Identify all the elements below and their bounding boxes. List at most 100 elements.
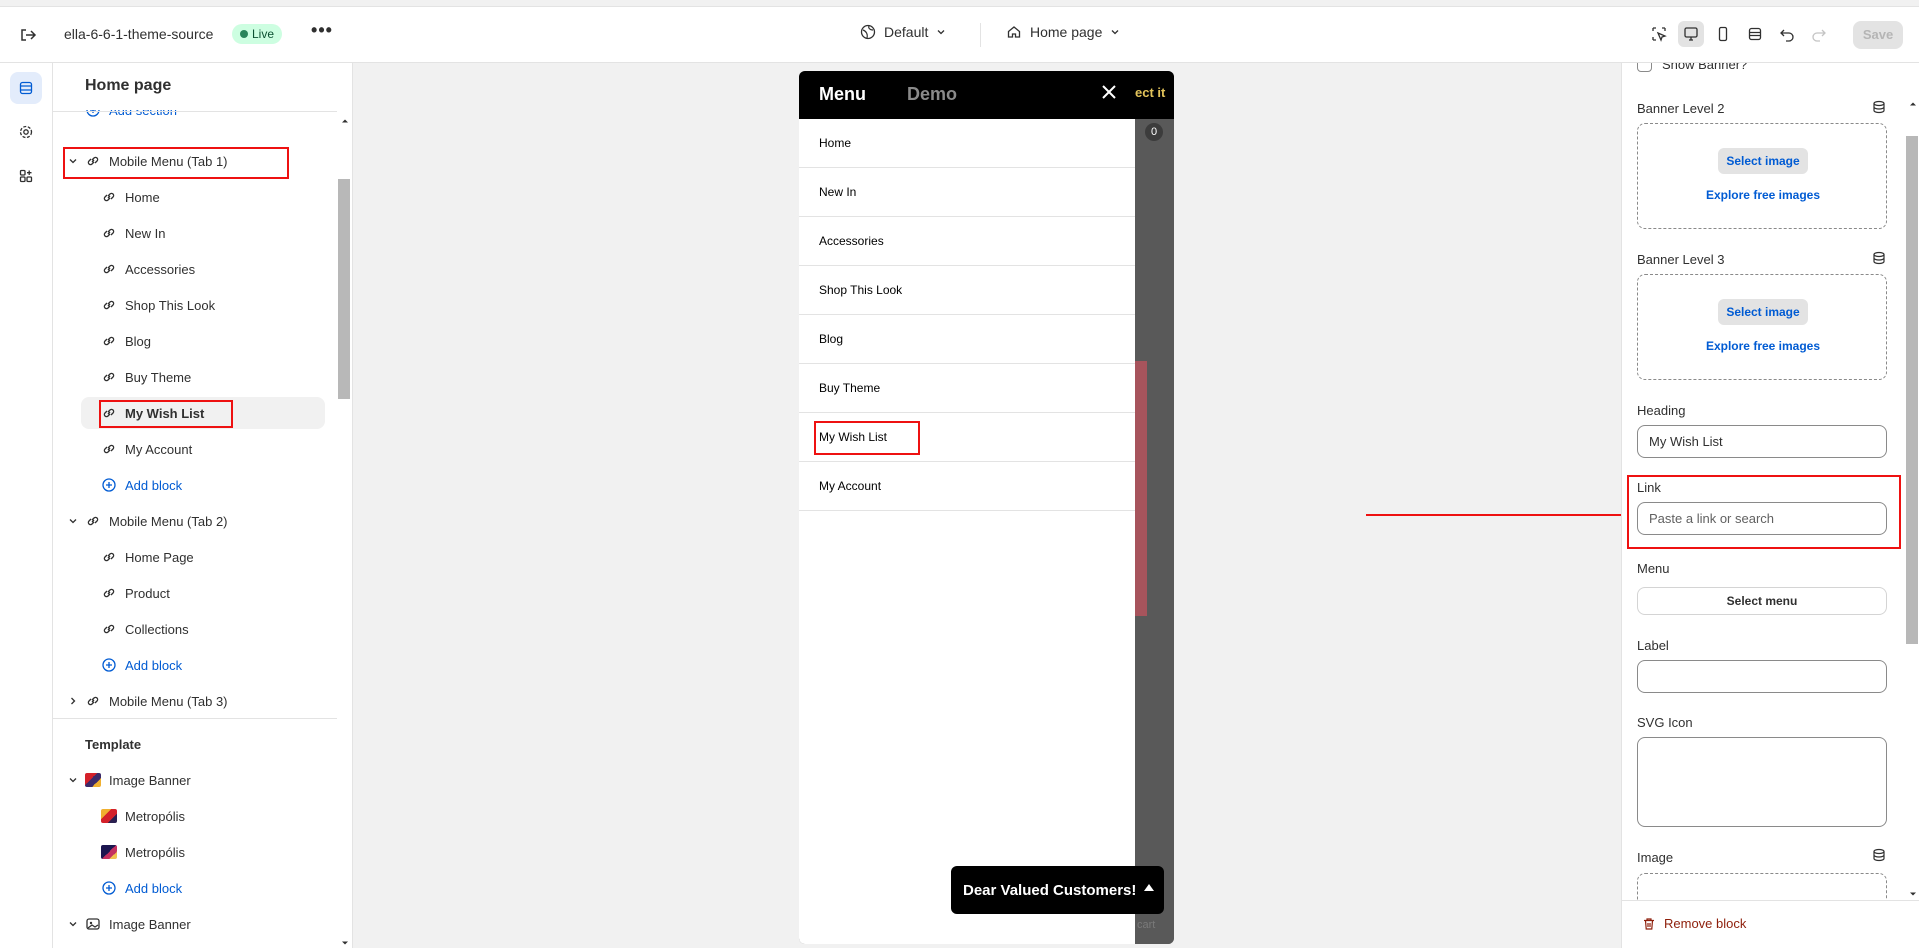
plus-circle-icon bbox=[101, 477, 117, 493]
chevron-down-icon bbox=[1111, 30, 1119, 35]
exit-icon[interactable] bbox=[18, 25, 38, 45]
block-label: Blog bbox=[125, 333, 152, 349]
sections-sidebar: Home page Add section Mobile Menu (Tab 1… bbox=[53, 63, 353, 948]
select-image-button[interactable]: Select image bbox=[1718, 299, 1808, 325]
explore-images-link[interactable]: Explore free images bbox=[1638, 339, 1888, 353]
save-button[interactable]: Save bbox=[1853, 21, 1903, 49]
block-item[interactable]: Accessories bbox=[101, 254, 195, 284]
link-icon bbox=[101, 621, 117, 637]
add-block-button[interactable]: Add block bbox=[101, 873, 182, 903]
toast-text: Dear Valued Customers! bbox=[963, 881, 1137, 899]
block-item[interactable]: Blog bbox=[101, 326, 151, 356]
scroll-up-icon[interactable] bbox=[1908, 99, 1918, 109]
section-label: Image Banner bbox=[109, 916, 191, 932]
image-banner-thumbnail bbox=[85, 773, 101, 787]
announcement-toast[interactable]: Dear Valued Customers! bbox=[951, 866, 1164, 914]
chevron-down-icon[interactable] bbox=[68, 775, 78, 785]
add-block-button[interactable]: Add block bbox=[101, 470, 182, 500]
app-embeds-icon[interactable] bbox=[10, 160, 42, 192]
theme-settings-gear-icon[interactable] bbox=[10, 116, 42, 148]
menu-item[interactable]: New In bbox=[799, 168, 1135, 217]
close-icon[interactable] bbox=[1099, 82, 1119, 102]
annotation-arrow bbox=[1366, 514, 1628, 516]
menu-item[interactable]: Buy Theme bbox=[799, 364, 1135, 413]
chevron-down-icon[interactable] bbox=[68, 919, 78, 929]
select-menu-button[interactable]: Select menu bbox=[1637, 587, 1887, 615]
image-label: Image bbox=[1637, 850, 1674, 865]
dynamic-source-icon[interactable] bbox=[1872, 100, 1886, 114]
block-item[interactable]: Collections bbox=[101, 614, 189, 644]
block-item[interactable]: Home bbox=[101, 182, 160, 212]
block-item[interactable]: Metropólis bbox=[101, 837, 185, 867]
caret-up-icon[interactable] bbox=[1144, 884, 1154, 891]
scroll-down-icon[interactable] bbox=[340, 938, 350, 948]
svg-icon-textarea[interactable] bbox=[1637, 737, 1887, 827]
block-item[interactable]: Home Page bbox=[101, 542, 194, 572]
scroll-down-icon[interactable] bbox=[1908, 889, 1918, 899]
block-item[interactable]: Metropólis bbox=[101, 801, 185, 831]
block-item[interactable]: Shop This Look bbox=[101, 290, 215, 320]
select-image-button[interactable]: Select image bbox=[1718, 148, 1808, 174]
block-label: Metropólis bbox=[125, 844, 185, 860]
section-label: Mobile Menu (Tab 2) bbox=[109, 513, 228, 529]
link-icon bbox=[101, 441, 117, 457]
redo-icon[interactable] bbox=[1806, 21, 1832, 47]
heading-label: Heading bbox=[1637, 403, 1686, 418]
tab-demo[interactable]: Demo bbox=[907, 84, 957, 105]
page-title: Home page bbox=[85, 77, 172, 94]
link-input[interactable] bbox=[1637, 502, 1887, 535]
add-block-label: Add block bbox=[125, 657, 183, 673]
section-mobile-menu-tab3[interactable]: Mobile Menu (Tab 3) bbox=[85, 686, 228, 716]
chevron-right-icon[interactable] bbox=[68, 696, 78, 706]
sidebar-scrollbar[interactable] bbox=[338, 179, 350, 399]
link-icon bbox=[101, 369, 117, 385]
chevron-down-icon[interactable] bbox=[68, 516, 78, 526]
link-icon bbox=[101, 585, 117, 601]
dynamic-source-icon[interactable] bbox=[1872, 251, 1886, 265]
theme-selector[interactable]: Default bbox=[860, 24, 946, 40]
remove-block-button[interactable]: Remove block bbox=[1642, 916, 1746, 931]
preview-toolbar bbox=[1646, 21, 1832, 47]
section-image-banner[interactable]: Image Banner bbox=[85, 909, 191, 939]
block-label: Product bbox=[125, 585, 170, 601]
desktop-view-icon[interactable] bbox=[1678, 21, 1704, 47]
menu-item[interactable]: Home bbox=[799, 119, 1135, 168]
block-item[interactable]: My Account bbox=[101, 434, 192, 464]
sections-icon[interactable] bbox=[10, 72, 42, 104]
undo-icon[interactable] bbox=[1774, 21, 1800, 47]
inspector-icon[interactable] bbox=[1646, 21, 1672, 47]
store-name: ella-6-6-1-theme-source bbox=[64, 26, 214, 42]
theme-selector-label: Default bbox=[884, 24, 929, 40]
full-width-view-icon[interactable] bbox=[1742, 21, 1768, 47]
mobile-view-icon[interactable] bbox=[1710, 21, 1736, 47]
live-badge: Live bbox=[232, 24, 283, 44]
menu-item[interactable]: Shop This Look bbox=[799, 266, 1135, 315]
link-icon bbox=[101, 189, 117, 205]
block-thumbnail bbox=[101, 809, 117, 823]
show-banner-label: Show Banner? bbox=[1662, 63, 1748, 72]
block-item[interactable]: Product bbox=[101, 578, 170, 608]
add-block-button[interactable]: Add block bbox=[101, 650, 182, 680]
dynamic-source-icon[interactable] bbox=[1872, 848, 1886, 862]
menu-item[interactable]: Blog bbox=[799, 315, 1135, 364]
add-section-button[interactable]: Add section bbox=[85, 110, 177, 125]
explore-images-link[interactable]: Explore free images bbox=[1638, 188, 1888, 202]
scroll-up-icon[interactable] bbox=[340, 116, 350, 126]
show-banner-checkbox[interactable] bbox=[1637, 63, 1652, 72]
heading-input[interactable] bbox=[1637, 425, 1887, 458]
page-selector[interactable]: Home page bbox=[1006, 24, 1120, 40]
annotation-box bbox=[99, 400, 233, 428]
section-mobile-menu-tab2[interactable]: Mobile Menu (Tab 2) bbox=[85, 506, 228, 536]
block-item[interactable]: Buy Theme bbox=[101, 362, 191, 392]
menu-item[interactable]: Accessories bbox=[799, 217, 1135, 266]
more-actions-button[interactable]: ••• bbox=[310, 19, 334, 43]
block-item[interactable]: New In bbox=[101, 218, 165, 248]
tab-menu[interactable]: Menu bbox=[819, 84, 866, 105]
block-settings-panel: Show Banner? Banner Level 2 Select image… bbox=[1621, 63, 1919, 948]
menu-item[interactable]: My Account bbox=[799, 462, 1135, 511]
annotation-box bbox=[814, 421, 920, 455]
label-input[interactable] bbox=[1637, 660, 1887, 693]
section-image-banner[interactable]: Image Banner bbox=[85, 765, 191, 795]
page-image-peek bbox=[1135, 361, 1147, 616]
settings-scrollbar[interactable] bbox=[1906, 136, 1918, 644]
